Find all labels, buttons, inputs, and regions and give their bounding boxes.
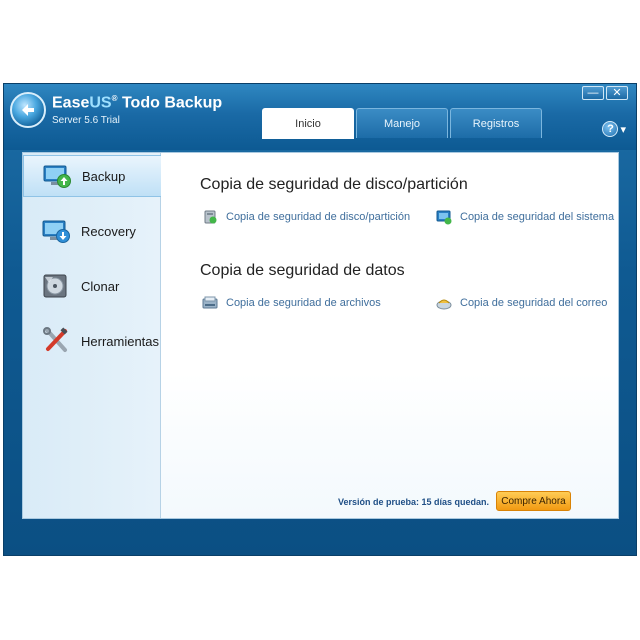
tab-inicio[interactable]: Inicio <box>262 108 354 139</box>
disk-backup-icon <box>204 210 217 224</box>
dropdown-caret-icon: ▾ <box>620 123 626 136</box>
link-mail-backup[interactable]: Copia de seguridad del correo <box>436 295 607 311</box>
monitor-backup-icon <box>43 165 71 188</box>
link-system-backup[interactable]: Copia de seguridad del sistema <box>436 209 614 225</box>
tools-icon <box>43 327 68 352</box>
sidebar-item-label: Clonar <box>81 278 120 294</box>
section-title-disk: Copia de seguridad de disco/partición <box>200 176 468 193</box>
main-area: Copia de seguridad de disco/partición Co… <box>161 153 618 518</box>
file-backup-icon <box>202 296 218 309</box>
app-subtitle: Server 5.6 Trial <box>52 115 120 126</box>
window-controls: — ✕ <box>582 86 628 100</box>
minimize-button[interactable]: — <box>582 86 604 100</box>
sidebar: Backup Recovery Clonar Herramientas <box>23 153 162 518</box>
monitor-recovery-icon <box>42 220 70 243</box>
content-panel: Backup Recovery Clonar Herramientas Copi… <box>22 152 619 519</box>
app-title: EaseUS® Todo Backup <box>52 94 223 112</box>
tab-manejo[interactable]: Manejo <box>356 108 448 138</box>
app-window: EaseUS® Todo Backup Server 5.6 Trial — ✕… <box>3 83 637 556</box>
system-backup-icon <box>436 210 452 225</box>
sidebar-item-label: Backup <box>82 168 126 184</box>
link-label: Copia de seguridad del correo <box>460 297 608 309</box>
disk-clone-icon <box>43 274 67 298</box>
link-label: Copia de seguridad de disco/partición <box>226 211 411 223</box>
link-file-backup[interactable]: Copia de seguridad de archivos <box>202 295 381 311</box>
section-title-data: Copia de seguridad de datos <box>200 262 405 279</box>
sidebar-item-recovery[interactable]: Recovery <box>23 210 161 252</box>
link-disk-partition-backup[interactable]: Copia de seguridad de disco/partición <box>202 209 410 225</box>
buy-now-button[interactable]: Compre Ahora <box>496 491 571 511</box>
help-button[interactable]: ? ▾ <box>602 121 626 137</box>
mail-backup-icon <box>436 299 452 310</box>
link-label: Copia de seguridad del sistema <box>460 211 615 223</box>
link-label: Copia de seguridad de archivos <box>226 297 381 309</box>
easeus-logo-icon <box>10 92 46 128</box>
title-bar: EaseUS® Todo Backup Server 5.6 Trial — ✕… <box>4 84 636 150</box>
tab-registros[interactable]: Registros <box>450 108 542 138</box>
sidebar-item-herramientas[interactable]: Herramientas <box>23 320 161 362</box>
sidebar-item-clonar[interactable]: Clonar <box>23 265 161 307</box>
close-button[interactable]: ✕ <box>606 86 628 100</box>
help-icon: ? <box>602 121 619 137</box>
sidebar-item-backup[interactable]: Backup <box>23 155 162 197</box>
sidebar-item-label: Herramientas <box>81 333 160 349</box>
trial-status-text: Versión de prueba: 15 días quedan. <box>338 497 490 507</box>
sidebar-item-label: Recovery <box>81 223 136 239</box>
tab-bar: Inicio Manejo Registros <box>262 108 542 139</box>
